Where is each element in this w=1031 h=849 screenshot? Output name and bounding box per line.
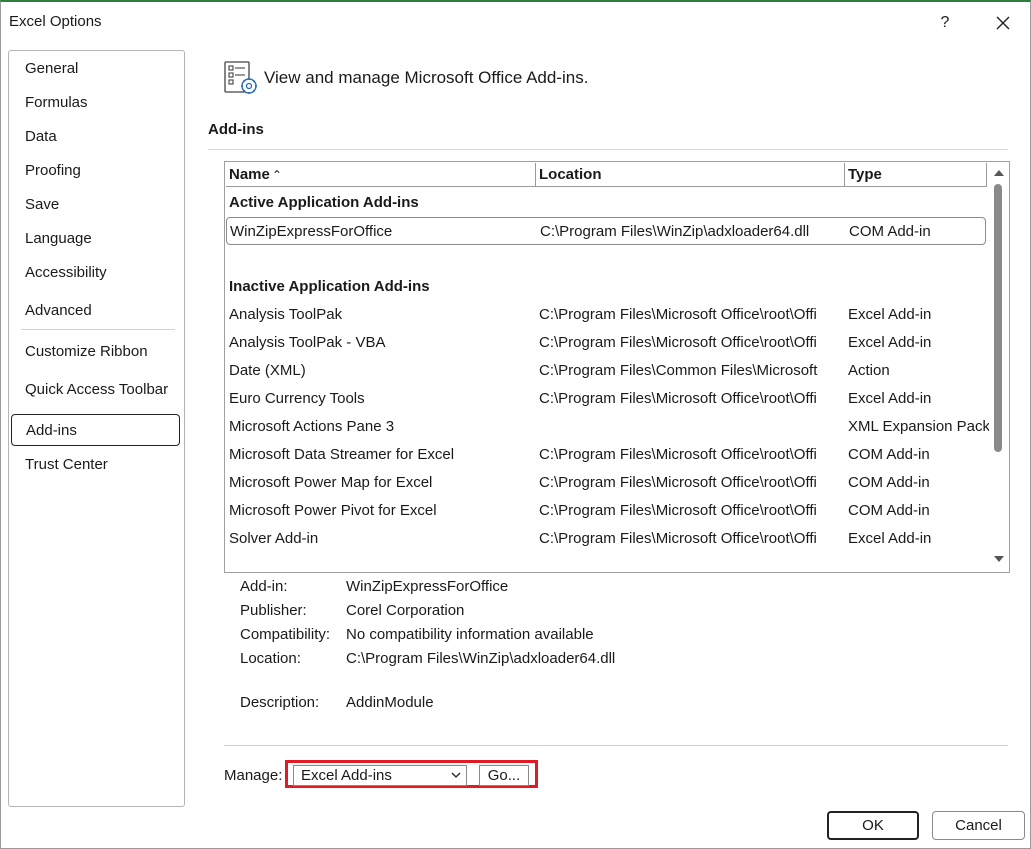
scroll-up-icon[interactable] <box>993 167 1005 179</box>
column-header-location[interactable]: Location <box>536 163 845 187</box>
sidebar-item-advanced[interactable]: Advanced <box>11 295 180 327</box>
go-button[interactable]: Go... <box>479 765 529 786</box>
sidebar-item-accessibility[interactable]: Accessibility <box>11 257 180 289</box>
group-header-active: Active Application Add-ins <box>229 194 419 211</box>
add-ins-list[interactable]: Name ⌃ Location Type Active Application A… <box>224 161 1010 573</box>
sidebar-item-trust-center[interactable]: Trust Center <box>11 449 180 481</box>
list-scrollbar[interactable] <box>989 162 1008 572</box>
page-header: View and manage Microsoft Office Add-ins… <box>264 68 589 87</box>
detail-label-add-in: Add-in: <box>240 578 288 595</box>
table-row[interactable]: Microsoft Power Map for Excel C:\Program… <box>226 469 986 497</box>
sidebar-item-quick-access-toolbar[interactable]: Quick Access Toolbar <box>11 374 180 406</box>
detail-value-description: AddinModule <box>346 694 434 711</box>
add-ins-manage-icon <box>224 61 257 94</box>
excel-options-dialog: Excel Options ? General Formulas Data Pr… <box>0 0 1031 849</box>
detail-value-publisher: Corel Corporation <box>346 602 465 619</box>
manage-dropdown-value: Excel Add-ins <box>301 767 392 784</box>
options-sidebar: General Formulas Data Proofing Save Lang… <box>8 50 185 807</box>
detail-label-location: Location: <box>240 650 301 667</box>
cancel-button[interactable]: Cancel <box>932 811 1025 840</box>
column-header-type[interactable]: Type <box>845 163 987 187</box>
column-header-name[interactable]: Name ⌃ <box>226 163 536 187</box>
sidebar-item-proofing[interactable]: Proofing <box>11 155 180 187</box>
table-row[interactable]: Microsoft Power Pivot for Excel C:\Progr… <box>226 497 986 525</box>
table-row[interactable]: Analysis ToolPak - VBA C:\Program Files\… <box>226 329 986 357</box>
sidebar-item-customize-ribbon[interactable]: Customize Ribbon <box>11 336 180 368</box>
bottom-divider <box>224 745 1008 746</box>
sidebar-item-language[interactable]: Language <box>11 223 180 255</box>
sidebar-item-data[interactable]: Data <box>11 121 180 153</box>
section-divider <box>208 149 1008 150</box>
table-row[interactable]: Microsoft Data Streamer for Excel C:\Pro… <box>226 441 986 469</box>
chevron-down-icon <box>451 772 461 778</box>
sidebar-separator <box>21 329 175 330</box>
detail-label-description: Description: <box>240 694 320 711</box>
help-button[interactable]: ? <box>931 10 959 36</box>
title-bar: Excel Options ? <box>1 2 1030 42</box>
ok-button[interactable]: OK <box>827 811 919 840</box>
detail-label-compatibility: Compatibility: <box>240 626 331 643</box>
table-row[interactable]: Euro Currency Tools C:\Program Files\Mic… <box>226 385 986 413</box>
detail-value-compatibility: No compatibility information available <box>346 626 594 643</box>
table-row[interactable]: Analysis ToolPak C:\Program Files\Micros… <box>226 301 986 329</box>
manage-dropdown[interactable]: Excel Add-ins <box>293 765 467 786</box>
close-icon <box>996 16 1010 30</box>
detail-value-add-in: WinZipExpressForOffice <box>346 578 509 595</box>
sort-ascending-icon: ⌃ <box>271 168 282 182</box>
group-header-inactive: Inactive Application Add-ins <box>229 278 430 295</box>
sidebar-item-general[interactable]: General <box>11 53 180 85</box>
table-row[interactable]: Date (XML) C:\Program Files\Common Files… <box>226 357 986 385</box>
dialog-title: Excel Options <box>9 13 102 30</box>
scroll-down-icon[interactable] <box>993 553 1005 565</box>
sidebar-item-formulas[interactable]: Formulas <box>11 87 180 119</box>
table-row[interactable]: Microsoft Actions Pane 3 XML Expansion P… <box>226 413 990 441</box>
sidebar-item-save[interactable]: Save <box>11 189 180 221</box>
section-title: Add-ins <box>208 121 264 138</box>
table-row[interactable]: WinZipExpressForOffice C:\Program Files\… <box>226 217 986 245</box>
table-row[interactable]: Solver Add-in C:\Program Files\Microsoft… <box>226 525 986 553</box>
detail-label-publisher: Publisher: <box>240 602 307 619</box>
manage-label: Manage: <box>224 767 283 784</box>
close-button[interactable] <box>989 10 1017 36</box>
detail-value-location: C:\Program Files\WinZip\adxloader64.dll <box>346 650 616 667</box>
sidebar-item-add-ins[interactable]: Add-ins <box>11 414 180 446</box>
scroll-thumb[interactable] <box>994 184 1002 452</box>
